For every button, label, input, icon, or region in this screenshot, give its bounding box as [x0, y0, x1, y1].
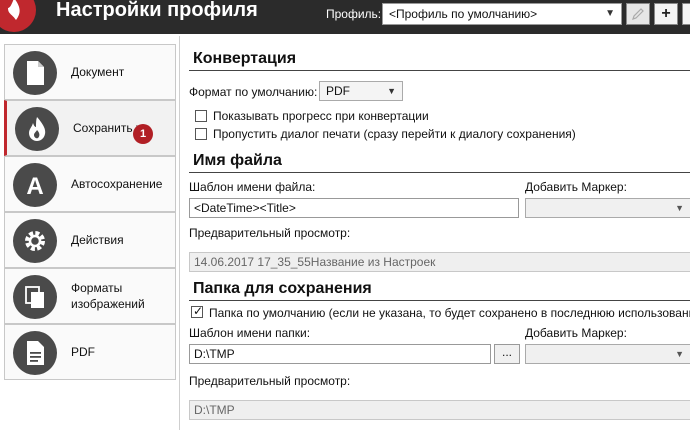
annotation-marker: 1: [133, 124, 153, 144]
show-progress-label: Показывать прогресс при конвертации: [213, 109, 429, 123]
add-profile-button[interactable]: +: [654, 3, 678, 25]
delete-profile-button[interactable]: [682, 3, 690, 25]
folder-template-input[interactable]: D:\TMP: [189, 344, 491, 364]
chevron-down-icon: ▼: [387, 86, 396, 96]
auto-save-icon: A: [13, 163, 57, 207]
conversion-section-title: Конвертация: [193, 50, 297, 67]
filename-template-input[interactable]: <DateTime><Title>: [189, 198, 519, 218]
folder-marker-select[interactable]: ▼: [525, 344, 690, 364]
section-divider: [189, 70, 690, 71]
browse-folder-button[interactable]: ...: [494, 344, 520, 364]
folder-template-label: Шаблон имени папки:: [189, 326, 311, 340]
profile-select[interactable]: <Профиль по умолчанию> ▼: [382, 3, 622, 25]
chevron-down-icon: ▼: [675, 349, 684, 359]
section-divider: [189, 172, 690, 173]
rename-profile-button[interactable]: [626, 3, 650, 25]
sidebar-item-label: Документ: [71, 65, 125, 79]
sidebar-item-pdf[interactable]: PDF: [4, 324, 176, 380]
filename-marker-select[interactable]: ▼: [525, 198, 690, 218]
chevron-down-icon: ▼: [605, 8, 615, 19]
settings-sidebar: Документ Сохранить т A Автосохранение Де…: [0, 36, 180, 430]
format-select-value: PDF: [326, 84, 350, 98]
sidebar-item-label: Действия: [71, 233, 124, 247]
format-select[interactable]: PDF ▼: [319, 81, 403, 101]
default-folder-label: Папка по умолчанию (если не указана, то …: [209, 306, 690, 320]
profile-select-value: <Профиль по умолчанию>: [389, 7, 538, 21]
image-formats-icon: [13, 275, 57, 319]
folder-marker-label: Добавить Маркер:: [525, 326, 627, 340]
skip-print-dialog-label: Пропустить диалог печати (сразу перейти …: [213, 127, 576, 141]
window-title: Настройки профиля: [56, 0, 258, 21]
title-bar: Настройки профиля Профиль: <Профиль по у…: [0, 0, 690, 34]
sidebar-item-label: Форматы изображений: [71, 281, 145, 311]
settings-content: Конвертация Формат по умолчанию: PDF ▼ П…: [181, 36, 690, 430]
folder-preview-label: Предварительный просмотр:: [189, 374, 351, 388]
format-label: Формат по умолчанию:: [189, 85, 318, 99]
sidebar-item-label: Сохранить т: [73, 121, 142, 135]
app-logo-icon: [0, 0, 46, 34]
chevron-down-icon: ▼: [675, 203, 684, 213]
show-progress-checkbox[interactable]: [195, 110, 207, 122]
filename-template-label: Шаблон имени файла:: [189, 180, 316, 194]
svg-text:A: A: [26, 173, 43, 198]
sidebar-item-autosave[interactable]: A Автосохранение: [4, 156, 176, 212]
filename-preview-field: 14.06.2017 17_35_55Название из Настроек: [189, 252, 690, 272]
folder-preview-field: D:\TMP: [189, 400, 690, 420]
sidebar-item-label: Автосохранение: [71, 177, 163, 191]
skip-print-dialog-checkbox[interactable]: [195, 128, 207, 140]
filename-section-title: Имя файла: [193, 152, 282, 169]
sidebar-item-label: PDF: [71, 345, 95, 359]
sidebar-item-image-formats[interactable]: Форматы изображений: [4, 268, 176, 324]
profile-label: Профиль:: [326, 7, 382, 21]
folder-section-title: Папка для сохранения: [193, 280, 372, 297]
gear-icon: [13, 219, 57, 263]
flame-icon: [15, 107, 59, 151]
document-icon: [13, 51, 57, 95]
pdf-icon: [13, 331, 57, 375]
section-divider: [189, 300, 690, 301]
default-folder-checkbox[interactable]: [191, 304, 203, 318]
filename-preview-label: Предварительный просмотр:: [189, 226, 351, 240]
sidebar-item-document[interactable]: Документ: [4, 44, 176, 100]
filename-marker-label: Добавить Маркер:: [525, 180, 627, 194]
pencil-icon: [631, 8, 645, 25]
sidebar-item-actions[interactable]: Действия: [4, 212, 176, 268]
